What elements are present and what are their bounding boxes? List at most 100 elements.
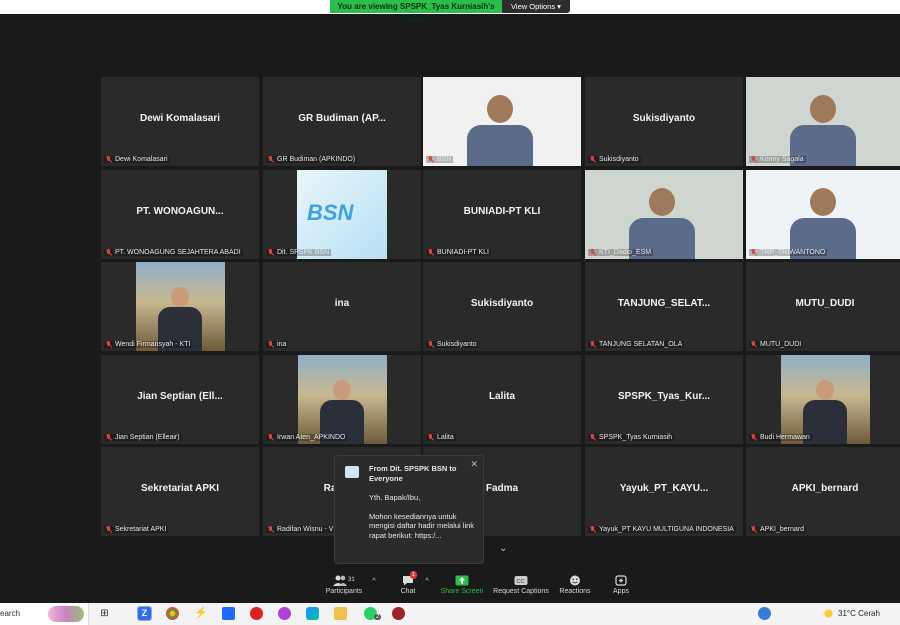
captions-icon: CC: [491, 575, 551, 586]
participant-tile[interactable]: Yayuk_PT_KAYU... Yayuk_PT KAYU MULTIGUNA …: [585, 447, 743, 536]
participant-tile[interactable]: Sukisdiyanto Sukisdiyanto: [423, 262, 581, 351]
participant-label-text: BUNIADI-PT KLI: [437, 249, 489, 256]
mic-muted-icon: [590, 434, 596, 441]
participant-name: Sekretariat APKI: [141, 483, 219, 494]
participant-name: PT. WONOAGUN...: [136, 206, 224, 217]
chat-unread-badge: 1: [410, 571, 418, 579]
participant-tile[interactable]: Sukisdiyanto Sukisdiyanto: [585, 77, 743, 166]
participant-label: TRP_TRIWANTONO: [749, 249, 828, 256]
participant-tile[interactable]: APKI_bernard APKI_bernard: [746, 447, 900, 536]
participant-label: Radifan Wisnu - V: [266, 526, 336, 533]
participant-label-text: Sukisdiyanto: [599, 156, 639, 163]
mic-muted-icon: [751, 341, 757, 348]
participant-label: BUNIADI-PT KLI: [426, 249, 491, 256]
mic-muted-icon: [268, 526, 274, 533]
mic-muted-icon: [590, 341, 596, 348]
gallery-grid: Dewi Komalasari Dewi Komalasari GR Budiman…: [101, 77, 900, 539]
participant-tile[interactable]: GR Budiman (AP... GR Budiman (APKINDO): [263, 77, 421, 166]
weather-text: 31°C Cerah: [838, 609, 880, 618]
participant-tile[interactable]: BSN Dit. SPSPK BSN: [263, 170, 421, 259]
participant-tile[interactable]: Lalita Lalita: [423, 355, 581, 444]
help-icon[interactable]: [758, 607, 771, 620]
snipping-tool-icon[interactable]: [392, 607, 405, 620]
participant-label: BSN: [426, 156, 454, 163]
participant-label-text: ina: [277, 341, 287, 348]
participant-label-text: Sekretariat APKI: [115, 526, 167, 533]
participant-tile[interactable]: Konny Sagala: [746, 77, 900, 166]
participants-button[interactable]: 31 Participants: [324, 575, 364, 595]
participant-label-text: Wendi Firmansyah - KTI: [115, 341, 191, 348]
participant-tile[interactable]: KTI_Dadio_ESM: [585, 170, 743, 259]
mic-muted-icon: [590, 156, 596, 163]
opera-icon[interactable]: [250, 607, 263, 620]
participant-tile[interactable]: Sekretariat APKI Sekretariat APKI: [101, 447, 259, 536]
participant-name: ina: [334, 298, 350, 309]
apps-icon: [605, 575, 637, 586]
task-view-icon[interactable]: ⊞: [98, 607, 111, 620]
file-explorer-icon[interactable]: [334, 607, 347, 620]
participant-tile[interactable]: MUTU_DUDI MUTU_DUDI: [746, 262, 900, 351]
edge-icon[interactable]: [306, 607, 319, 620]
participant-name: SPSPK_Tyas_Kur...: [617, 391, 711, 402]
mic-muted-icon: [751, 249, 757, 256]
close-icon[interactable]: ✕: [470, 459, 478, 470]
taskbar-search-box[interactable]: earch: [0, 603, 89, 625]
participant-tile[interactable]: Jian Septian (Ell... Jian Septian (Elleai…: [101, 355, 259, 444]
participant-tile[interactable]: Dewi Komalasari Dewi Komalasari: [101, 77, 259, 166]
mic-muted-icon: [106, 156, 112, 163]
participant-tile[interactable]: TANJUNG_SELAT... TANJUNG SELATAN_OLA: [585, 262, 743, 351]
view-options-button[interactable]: View Options ▾: [502, 0, 570, 13]
media-player-icon[interactable]: [278, 607, 291, 620]
participant-tile[interactable]: BUNIADI-PT KLI BUNIADI-PT KLI: [423, 170, 581, 259]
chevron-down-icon[interactable]: ⌄: [499, 543, 507, 554]
participant-label: Dit. SPSPK BSN: [266, 249, 332, 256]
participant-label: TANJUNG SELATAN_OLA: [588, 341, 685, 348]
participants-caret[interactable]: ^: [368, 578, 380, 585]
request-captions-button[interactable]: CC Request Captions: [491, 575, 551, 595]
request-captions-label: Request Captions: [493, 588, 549, 595]
share-screen-button[interactable]: Share Screen: [437, 575, 487, 595]
participant-label: Dewi Komalasari: [104, 156, 170, 163]
dropbox-icon[interactable]: [222, 607, 235, 620]
chat-button[interactable]: 1 Chat: [392, 571, 424, 595]
apps-button[interactable]: Apps: [605, 575, 637, 595]
mic-muted-icon: [428, 249, 434, 256]
participant-tile[interactable]: TRP_TRIWANTONO: [746, 170, 900, 259]
participant-label: Sekretariat APKI: [104, 526, 169, 533]
weather-sun-icon: [822, 607, 835, 620]
chrome-icon[interactable]: [166, 607, 179, 620]
participant-label: Yayuk_PT KAYU MULTIGUNA INDONESIA: [588, 526, 736, 533]
mic-muted-icon: [428, 434, 434, 441]
participant-video: [746, 170, 900, 259]
chat-message[interactable]: Yth. Bapak/Ibu, Mohon kesediannya untuk …: [369, 493, 477, 540]
participant-name: Lalita: [488, 391, 516, 402]
participant-label-text: MUTU_DUDI: [760, 341, 802, 348]
bsn-logo-text: BSN: [307, 200, 354, 225]
participant-name: APKI_bernard: [791, 483, 859, 494]
chat-avatar-icon: [345, 466, 359, 478]
chat-caret[interactable]: ^: [421, 578, 433, 585]
participant-tile[interactable]: Wendi Firmansyah - KTI: [101, 262, 259, 351]
participant-video: [298, 355, 387, 444]
participant-label: Wendi Firmansyah - KTI: [104, 341, 193, 348]
viewing-screen-banner: You are viewing SPSPK_Tyas Kurniasih's s…: [330, 0, 502, 24]
mic-muted-icon: [590, 249, 596, 256]
participant-label-text: Dit. SPSPK BSN: [277, 249, 330, 256]
visual-studio-code-icon[interactable]: ⚡: [194, 607, 208, 620]
participant-tile[interactable]: SPSPK_Tyas_Kur... SPSPK_Tyas Kurniasih: [585, 355, 743, 444]
mic-muted-icon: [106, 526, 112, 533]
participant-name: Yayuk_PT_KAYU...: [619, 483, 709, 494]
participant-tile[interactable]: PT. WONOAGUN... PT. WONOAGUNG SEJAHTERA A…: [101, 170, 259, 259]
participant-tile[interactable]: Irwan Aten_APKINDO: [263, 355, 421, 444]
zoom-app-icon[interactable]: Z: [137, 606, 152, 621]
mic-muted-icon: [268, 434, 274, 441]
participants-label: Participants: [325, 588, 363, 595]
participant-tile[interactable]: BSN: [423, 77, 581, 166]
participant-tile[interactable]: ina ina: [263, 262, 421, 351]
chat-notification-popup[interactable]: From Dit. SPSPK BSN to Everyone ✕ Yth. B…: [334, 455, 484, 564]
participant-tile[interactable]: Budi Hermawan: [746, 355, 900, 444]
participant-label: ina: [266, 341, 289, 348]
participant-label: Sukisdiyanto: [588, 156, 641, 163]
participant-label: Irwan Aten_APKINDO: [266, 434, 348, 441]
reactions-button[interactable]: Reactions: [555, 575, 595, 595]
